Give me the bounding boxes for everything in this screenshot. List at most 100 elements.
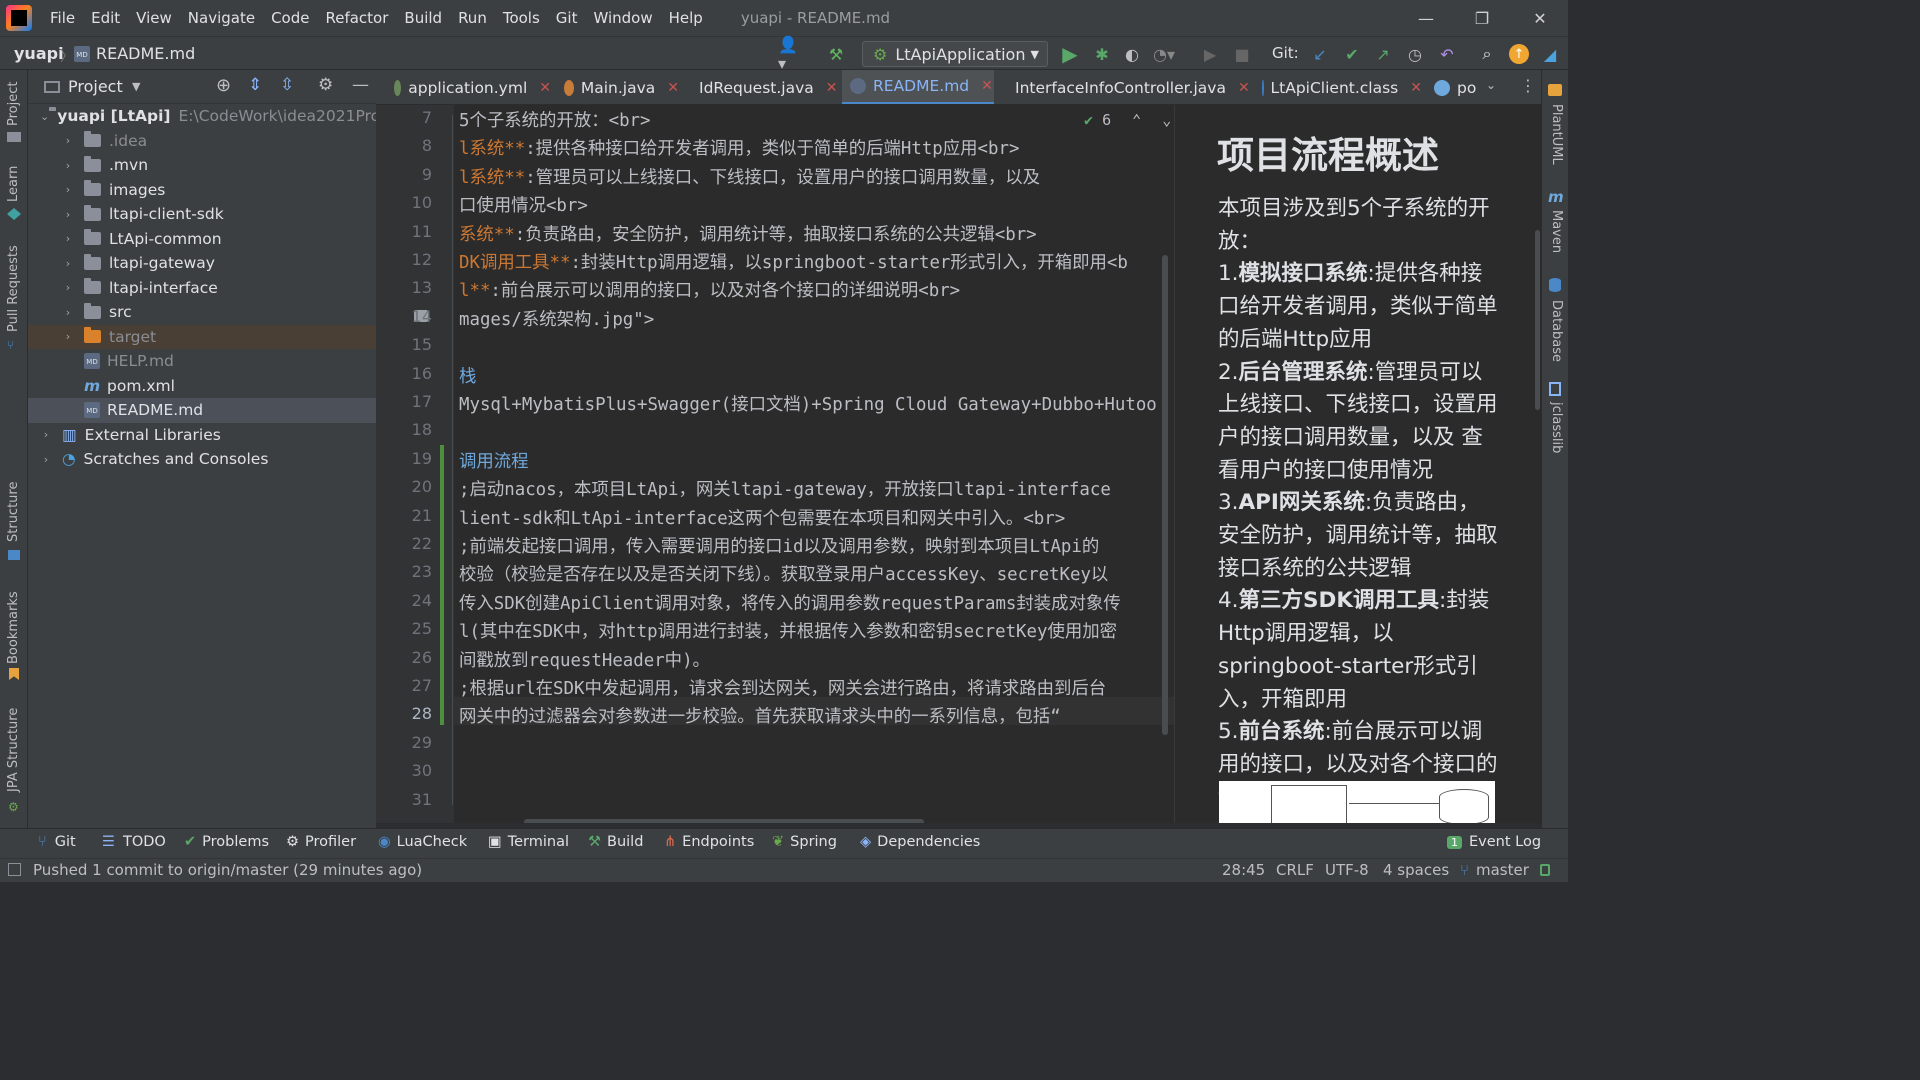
tree-item[interactable]: MD HELP.md bbox=[28, 349, 376, 374]
chevron-down-icon[interactable]: ▼ bbox=[132, 80, 140, 93]
line-separator[interactable]: CRLF bbox=[1276, 861, 1314, 879]
settings-gear-icon[interactable]: ⚙ bbox=[318, 75, 333, 95]
tool-endpoints[interactable]: ⋔ Endpoints bbox=[664, 834, 754, 850]
menu-help[interactable]: Help bbox=[661, 0, 711, 36]
rollback-icon[interactable]: ↶ bbox=[1437, 44, 1457, 64]
menu-git[interactable]: Git bbox=[548, 0, 586, 36]
run-configuration-select[interactable]: ⚙ LtApiApplication ▼ bbox=[862, 41, 1048, 67]
code-line[interactable]: 调用流程 bbox=[459, 448, 529, 473]
tool-profiler[interactable]: ⚙ Profiler bbox=[286, 834, 356, 850]
expand-chevron-icon[interactable]: › bbox=[62, 183, 74, 196]
tab-main-java[interactable]: Main.java ✕ bbox=[556, 70, 679, 104]
tree-item[interactable]: › ltapi-client-sdk bbox=[28, 202, 376, 227]
stop-icon[interactable]: ■ bbox=[1232, 44, 1252, 64]
vertical-scrollbar[interactable] bbox=[1162, 255, 1168, 735]
tree-item[interactable]: m pom.xml bbox=[28, 374, 376, 399]
close-tab-icon[interactable]: ✕ bbox=[539, 80, 551, 96]
expand-chevron-icon[interactable]: ⌄ bbox=[40, 110, 49, 123]
close-tab-icon[interactable]: ✕ bbox=[667, 80, 679, 96]
expand-chevron-icon[interactable]: › bbox=[62, 208, 74, 221]
close-window-button[interactable]: ✕ bbox=[1512, 0, 1568, 36]
menu-edit[interactable]: Edit bbox=[83, 0, 128, 36]
menu-code[interactable]: Code bbox=[263, 0, 317, 36]
code-line[interactable]: l系统**:提供各种接口给开发者调用，类似于简单的后端Http应用<br> bbox=[459, 135, 1019, 160]
locate-file-icon[interactable]: ⊕ bbox=[216, 75, 231, 96]
code-line[interactable]: ;前端发起接口调用，传入需要调用的接口id以及调用参数，映射到本项目LtApi的 bbox=[459, 533, 1099, 558]
tree-item[interactable]: › .mvn bbox=[28, 153, 376, 178]
build-hammer-icon[interactable]: ⚒ bbox=[826, 44, 846, 64]
tab-readme-md[interactable]: README.md ✕ bbox=[842, 70, 994, 104]
code-line[interactable]: l**:前台展示可以调用的接口，以及对各个接口的详细说明<br> bbox=[459, 277, 960, 302]
code-line[interactable]: 5个子系统的开放：<br> bbox=[459, 107, 650, 132]
stripe-maven[interactable]: Maven bbox=[1549, 210, 1564, 253]
expand-chevron-icon[interactable]: › bbox=[40, 428, 52, 441]
stripe-structure[interactable]: Structure bbox=[6, 482, 21, 542]
tree-item[interactable]: › images bbox=[28, 178, 376, 203]
toolbox-icon[interactable]: ◢ bbox=[1540, 44, 1560, 64]
user-account-icon[interactable]: 👤▾ bbox=[778, 35, 798, 73]
tree-item[interactable]: ⌄ yuapi [LtApi] E:\CodeWork\idea2021Proje bbox=[28, 104, 376, 129]
stripe-database[interactable]: Database bbox=[1549, 300, 1564, 362]
tool-dependencies[interactable]: ◈ Dependencies bbox=[860, 834, 980, 850]
code-line[interactable]: l系统**:管理员可以上线接口、下线接口，设置用户的接口调用数量，以及 bbox=[459, 164, 1040, 189]
tab-idrequest-java[interactable]: IdRequest.java ✕ bbox=[684, 70, 838, 104]
lock-icon[interactable] bbox=[1540, 864, 1550, 876]
git-push-icon[interactable]: ↗ bbox=[1373, 44, 1393, 64]
tree-item[interactable]: › LtApi-common bbox=[28, 227, 376, 252]
code-line[interactable]: 口使用情况<br> bbox=[459, 192, 588, 217]
git-branch[interactable]: master bbox=[1476, 861, 1529, 879]
intellij-logo-icon[interactable] bbox=[6, 5, 32, 31]
tool-build[interactable]: ⚒ Build bbox=[588, 834, 643, 850]
expand-chevron-icon[interactable]: › bbox=[62, 159, 74, 172]
menu-navigate[interactable]: Navigate bbox=[180, 0, 263, 36]
stripe-project[interactable]: Project bbox=[6, 82, 21, 126]
tab-list-chevron-icon[interactable]: ⌄ bbox=[1486, 78, 1496, 92]
profile-icon[interactable]: ◔▾ bbox=[1153, 44, 1175, 64]
tab-ltapiclient-class[interactable]: LtApiClient.class ✕ bbox=[1254, 70, 1422, 104]
expand-chevron-icon[interactable]: › bbox=[62, 330, 74, 343]
stripe-jpa-structure[interactable]: JPA Structure bbox=[6, 708, 21, 792]
menu-file[interactable]: File bbox=[42, 0, 83, 36]
menu-refactor[interactable]: Refactor bbox=[317, 0, 396, 36]
code-line[interactable]: lient-sdk和LtApi-interface这两个包需要在本项目和网关中引… bbox=[459, 505, 1065, 530]
tree-item[interactable]: › ◔ Scratches and Consoles bbox=[28, 447, 376, 472]
expand-chevron-icon[interactable]: › bbox=[62, 257, 74, 270]
prev-highlight-icon[interactable]: ⌃ bbox=[1132, 111, 1141, 129]
git-commit-icon[interactable]: ✔ bbox=[1342, 44, 1362, 64]
stripe-jclasslib[interactable]: jclasslib bbox=[1549, 402, 1564, 453]
tree-item[interactable]: › src bbox=[28, 300, 376, 325]
tool-luacheck[interactable]: ◉ LuaCheck bbox=[378, 834, 467, 850]
editor-text-area[interactable]: ✔ 6 ⌃ ⌄ 5个子系统的开放：<br> l系统**:提供各种接口给开发者调用，… bbox=[454, 105, 1174, 823]
next-highlight-icon[interactable]: ⌄ bbox=[1162, 111, 1171, 129]
restore-button[interactable]: ❐ bbox=[1454, 0, 1510, 36]
git-update-icon[interactable]: ↙ bbox=[1310, 44, 1330, 64]
menu-tools[interactable]: Tools bbox=[495, 0, 548, 36]
tree-item[interactable]: › ltapi-interface bbox=[28, 276, 376, 301]
close-tab-icon[interactable]: ✕ bbox=[1410, 80, 1422, 96]
more-options-icon[interactable]: ⋮ bbox=[1520, 76, 1536, 95]
menu-window[interactable]: Window bbox=[585, 0, 660, 36]
tree-item[interactable]: › .idea bbox=[28, 129, 376, 154]
code-line[interactable]: 间戳放到requestHeader中)。 bbox=[459, 647, 710, 672]
close-tab-icon[interactable]: ✕ bbox=[1238, 80, 1250, 96]
close-tab-icon[interactable]: ✕ bbox=[826, 80, 838, 96]
code-line[interactable]: ;根据url在SDK中发起调用，请求会到达网关，网关会进行路由，将请求路由到后台 bbox=[459, 675, 1106, 700]
expand-chevron-icon[interactable]: › bbox=[62, 134, 74, 147]
menu-view[interactable]: View bbox=[128, 0, 180, 36]
horizontal-scrollbar[interactable] bbox=[524, 819, 924, 823]
code-line[interactable]: Mysql+MybatisPlus+Swagger(接口文档)+Spring C… bbox=[459, 391, 1157, 416]
expand-all-icon[interactable]: ⇕ bbox=[248, 75, 262, 95]
code-line[interactable]: 网关中的过滤器会对参数进一步校验。首先获取请求头中的一系列信息，包括“ bbox=[459, 703, 1061, 728]
inspection-widget[interactable]: ✔ 6 ⌃ ⌄ bbox=[1084, 111, 1171, 129]
tree-item[interactable]: MD README.md bbox=[28, 398, 376, 423]
expand-chevron-icon[interactable]: › bbox=[40, 453, 52, 466]
code-line[interactable]: mages/系统架构.jpg"> bbox=[459, 306, 654, 331]
minimize-button[interactable]: — bbox=[1398, 0, 1454, 36]
expand-chevron-icon[interactable]: › bbox=[62, 306, 74, 319]
expand-chevron-icon[interactable]: › bbox=[62, 232, 74, 245]
debug-icon[interactable]: ✱ bbox=[1092, 44, 1112, 64]
tab-application-yml[interactable]: application.yml ✕ bbox=[386, 70, 551, 104]
tab-po[interactable]: po bbox=[1426, 70, 1486, 104]
stripe-pull-requests[interactable]: Pull Requests bbox=[6, 245, 21, 332]
menu-build[interactable]: Build bbox=[396, 0, 450, 36]
